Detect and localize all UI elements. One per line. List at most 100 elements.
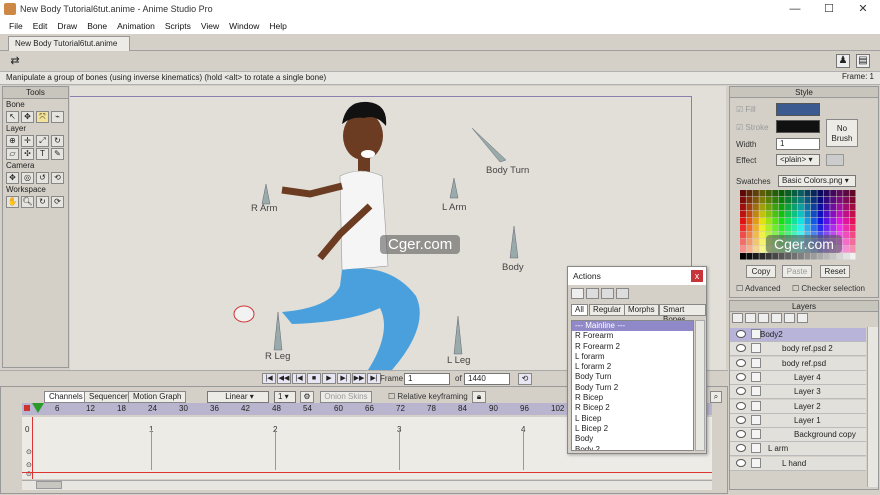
scale-layer-icon[interactable]: ⤢	[36, 135, 49, 147]
color-swatch[interactable]	[746, 239, 753, 246]
color-swatch[interactable]	[765, 211, 772, 218]
color-swatch[interactable]	[791, 190, 798, 197]
color-swatch[interactable]	[759, 218, 766, 225]
color-swatch[interactable]	[798, 211, 804, 218]
visibility-eye-icon[interactable]	[736, 458, 746, 467]
action-item[interactable]: L Bicep	[572, 414, 693, 424]
menu-window[interactable]: Window	[224, 21, 264, 31]
loop-icon[interactable]: ⟲	[518, 373, 532, 385]
color-swatch[interactable]	[772, 225, 779, 232]
color-swatch[interactable]	[791, 204, 798, 211]
step-forward-icon[interactable]: ▶▶	[352, 373, 366, 384]
color-swatch[interactable]	[836, 211, 843, 218]
layer-select-checkbox[interactable]	[751, 400, 761, 411]
checker-selection-checkbox[interactable]: ☐ Checker selection	[792, 284, 865, 293]
color-swatch[interactable]	[804, 218, 811, 225]
color-swatch[interactable]	[830, 197, 837, 204]
color-swatch[interactable]	[759, 239, 766, 246]
switch-layer-icon[interactable]: ✣	[21, 148, 34, 160]
roll-camera-icon[interactable]: ↺	[36, 172, 49, 184]
color-swatch[interactable]	[759, 211, 766, 218]
color-swatch[interactable]	[843, 218, 850, 225]
layer-select-checkbox[interactable]	[751, 457, 761, 468]
action-item[interactable]: L Bicep 2	[572, 424, 693, 434]
rewind-icon[interactable]: |◀	[262, 373, 276, 384]
color-swatch[interactable]	[823, 218, 830, 225]
color-swatch[interactable]	[778, 204, 785, 211]
color-swatch[interactable]	[772, 218, 779, 225]
color-swatch[interactable]	[810, 211, 817, 218]
color-swatch[interactable]	[836, 190, 843, 197]
layer-row[interactable]: L arm	[730, 442, 866, 457]
maximize-button[interactable]: ☐	[812, 0, 846, 18]
actions-tab-smart-bones[interactable]: Smart Bones	[659, 304, 706, 324]
color-swatch[interactable]	[823, 204, 830, 211]
fill-color-swatch[interactable]	[776, 103, 820, 116]
channel-key-icon[interactable]: ⊙	[26, 461, 32, 469]
playhead-marker[interactable]	[32, 403, 44, 413]
color-swatch[interactable]	[804, 190, 811, 197]
translate-layer-icon[interactable]: ✛	[21, 135, 34, 147]
color-swatch[interactable]	[785, 253, 792, 260]
layer-row[interactable]: Background copy	[730, 428, 866, 443]
color-swatch[interactable]	[752, 253, 759, 260]
color-swatch[interactable]	[765, 190, 772, 197]
menu-bone[interactable]: Bone	[82, 21, 112, 31]
color-swatch[interactable]	[849, 218, 856, 225]
color-swatch[interactable]	[759, 246, 766, 253]
color-swatch[interactable]	[752, 204, 759, 211]
actions-close-button[interactable]: x	[691, 270, 703, 282]
color-swatch[interactable]	[778, 190, 785, 197]
color-swatch[interactable]	[817, 225, 824, 232]
color-swatch[interactable]	[849, 253, 856, 260]
color-swatch[interactable]	[791, 211, 798, 218]
tab-channels[interactable]: Channels	[44, 391, 88, 403]
color-swatch[interactable]	[843, 197, 850, 204]
color-swatch[interactable]	[830, 253, 837, 260]
color-swatch[interactable]	[798, 197, 804, 204]
layer-select-checkbox[interactable]	[751, 386, 761, 397]
color-swatch[interactable]	[817, 218, 824, 225]
layer-select-checkbox[interactable]	[751, 371, 761, 382]
timeline-zoom-icon[interactable]: ⌕	[710, 391, 722, 403]
color-swatch[interactable]	[830, 190, 837, 197]
shear-layer-icon[interactable]: ▱	[6, 148, 19, 160]
action-item[interactable]: L forarm	[572, 352, 693, 362]
duplicate-layer-icon[interactable]	[745, 313, 756, 323]
color-swatch[interactable]	[849, 225, 856, 232]
color-swatch[interactable]	[817, 253, 824, 260]
color-swatch[interactable]	[810, 204, 817, 211]
color-swatch[interactable]	[778, 197, 785, 204]
color-swatch[interactable]	[843, 211, 850, 218]
color-swatch[interactable]	[798, 204, 804, 211]
prev-frame-icon[interactable]: |◀	[292, 373, 306, 384]
stop-icon[interactable]: ■	[307, 373, 321, 384]
total-frames-input[interactable]: 1440	[464, 373, 510, 385]
menu-view[interactable]: View	[196, 21, 224, 31]
color-swatch[interactable]	[752, 232, 759, 239]
color-swatch[interactable]	[740, 232, 746, 239]
relative-keyframing-checkbox[interactable]: ☐ Relative keyframing	[388, 392, 468, 401]
color-swatch[interactable]	[759, 197, 766, 204]
actions-tab-morphs[interactable]: Morphs	[624, 304, 659, 316]
color-swatch[interactable]	[778, 253, 785, 260]
layer-row[interactable]: L hand	[730, 456, 866, 471]
color-swatch[interactable]	[849, 246, 856, 253]
action-item[interactable]: Body	[572, 434, 693, 444]
color-swatch[interactable]	[849, 197, 856, 204]
color-swatch[interactable]	[740, 253, 746, 260]
select-bone-icon[interactable]: ↖	[6, 111, 19, 123]
color-swatch[interactable]	[746, 197, 753, 204]
color-swatch[interactable]	[746, 225, 753, 232]
next-frame-icon[interactable]: ▶|	[337, 373, 351, 384]
frame-input[interactable]: 1	[404, 373, 450, 385]
color-swatch[interactable]	[810, 253, 817, 260]
action-item[interactable]: R Forearm 2	[572, 342, 693, 352]
color-swatch[interactable]	[843, 253, 850, 260]
color-swatch[interactable]	[765, 253, 772, 260]
advanced-checkbox[interactable]: ☐ Advanced	[736, 284, 781, 293]
menu-draw[interactable]: Draw	[52, 21, 82, 31]
color-swatch[interactable]	[772, 197, 779, 204]
color-swatch[interactable]	[785, 218, 792, 225]
action-item[interactable]: Body 2	[572, 445, 693, 450]
